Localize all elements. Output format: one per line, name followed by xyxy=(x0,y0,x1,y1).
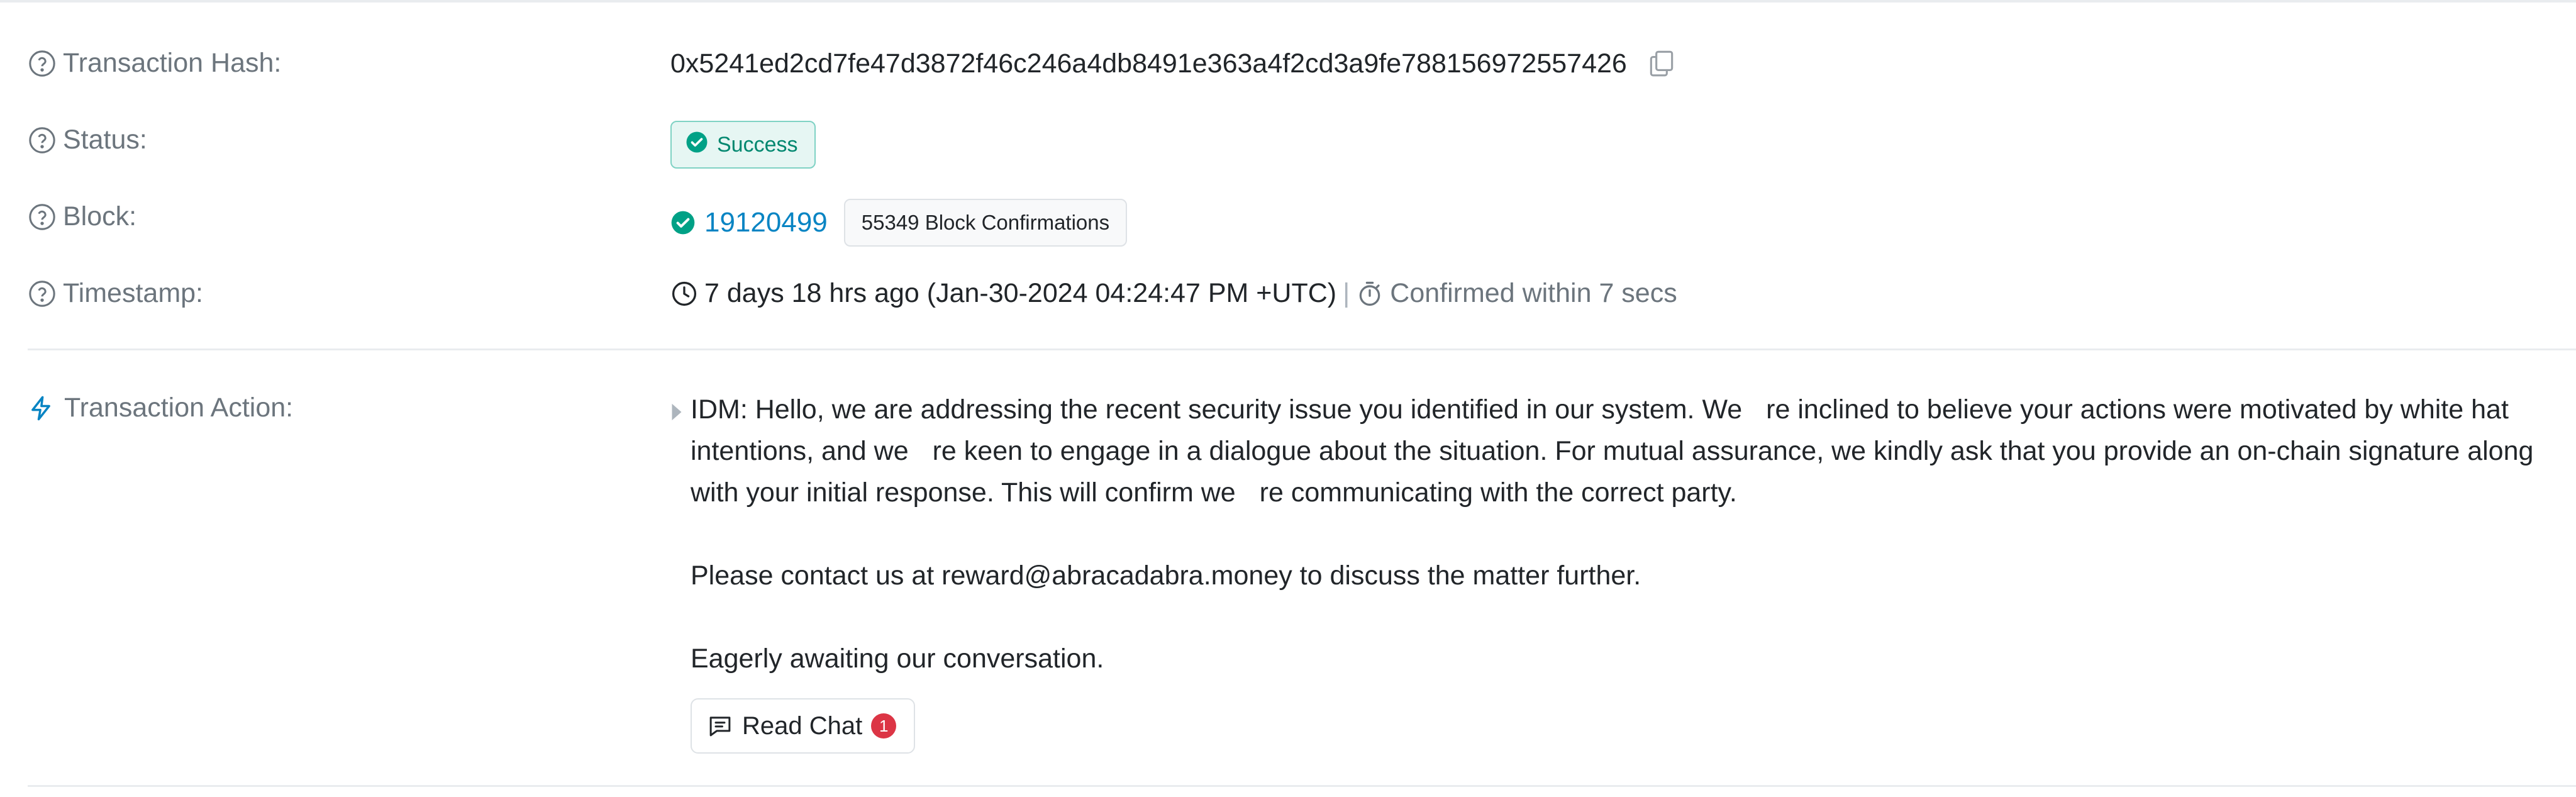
copy-icon[interactable] xyxy=(1646,48,1677,79)
status-label: Status: xyxy=(63,125,147,155)
unread-count-badge: 1 xyxy=(871,713,897,738)
timestamp-value: 7 days 18 hrs ago (Jan-30-2024 04:24:47 … xyxy=(704,278,1337,308)
timestamp-value-row: 7 days 18 hrs ago (Jan-30-2024 04:24:47 … xyxy=(670,278,1677,309)
lightning-bolt-icon xyxy=(28,395,54,421)
check-circle-icon xyxy=(670,210,696,235)
transaction-action-message: IDM: Hello, we are addressing the recent… xyxy=(691,389,2571,679)
transaction-details-panel: Transaction Hash: 0x5241ed2cd7fe47d3872f… xyxy=(0,0,2576,797)
caret-right-icon[interactable] xyxy=(670,403,683,421)
block-label-row: Block: xyxy=(28,201,136,232)
tx-hash-value-row: 0x5241ed2cd7fe47d3872f46c246a4db8491e363… xyxy=(670,48,1677,79)
tx-hash-value[interactable]: 0x5241ed2cd7fe47d3872f46c246a4db8491e363… xyxy=(670,48,1627,79)
section-divider xyxy=(28,785,2576,787)
block-value-row: 19120499 55349 Block Confirmations xyxy=(670,199,1128,247)
read-chat-label: Read Chat xyxy=(742,711,863,740)
transaction-action-label-row: Transaction Action: xyxy=(28,393,293,423)
message-paragraph: Please contact us at reward@abracadabra.… xyxy=(691,560,1641,591)
chat-icon xyxy=(707,713,733,739)
confirmed-time: Confirmed within 7 secs xyxy=(1390,278,1677,308)
message-paragraph: IDM: Hello, we are addressing the recent… xyxy=(691,394,2534,508)
section-divider xyxy=(28,348,2576,350)
status-badge: Success xyxy=(670,121,816,169)
block-number-link[interactable]: 19120499 xyxy=(704,207,828,238)
block-confirmations-badge[interactable]: 55349 Block Confirmations xyxy=(843,199,1128,247)
question-circle-icon[interactable] xyxy=(28,279,57,308)
tx-hash-label-row: Transaction Hash: xyxy=(28,48,281,79)
tx-hash-label: Transaction Hash: xyxy=(63,48,282,78)
block-label: Block: xyxy=(63,201,137,231)
status-value-row: Success xyxy=(670,121,816,169)
read-chat-button[interactable]: Read Chat 1 xyxy=(691,698,916,754)
status-text: Success xyxy=(717,132,798,157)
question-circle-icon[interactable] xyxy=(28,203,57,231)
timestamp-label-row: Timestamp: xyxy=(28,278,203,309)
question-circle-icon[interactable] xyxy=(28,126,57,155)
question-circle-icon[interactable] xyxy=(28,49,57,78)
check-circle-icon xyxy=(686,131,708,159)
timestamp-label: Timestamp: xyxy=(63,278,203,308)
clock-icon xyxy=(670,280,698,308)
message-paragraph: Eagerly awaiting our conversation. xyxy=(691,644,1104,674)
stopwatch-icon xyxy=(1356,280,1384,308)
transaction-action-label: Transaction Action: xyxy=(64,393,294,423)
separator: | xyxy=(1343,278,1350,308)
status-label-row: Status: xyxy=(28,125,147,155)
